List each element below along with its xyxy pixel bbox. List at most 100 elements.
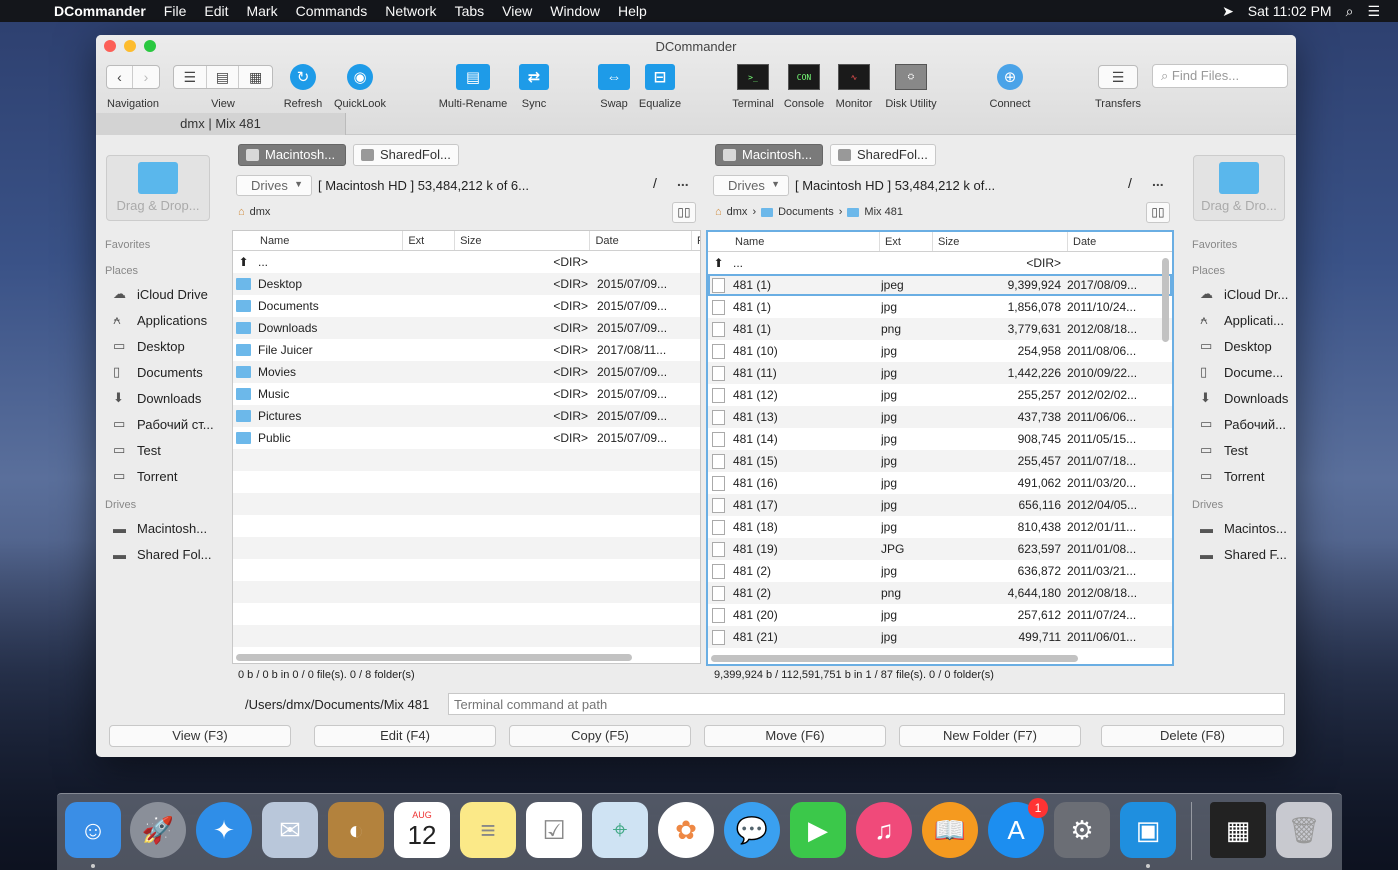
table-row[interactable]: File Juicer <DIR> 2017/08/11... (233, 339, 700, 361)
right-more-button[interactable]: ... (1152, 173, 1164, 189)
table-row[interactable]: 481 (11) jpg 1,442,226 2010/09/22... (708, 362, 1172, 384)
table-row[interactable]: 481 (1) png 3,779,631 2012/08/18... (708, 318, 1172, 340)
location-arrow-icon[interactable]: ➤ (1222, 3, 1234, 20)
sidebar-item-test[interactable]: ▭ Test (1183, 437, 1296, 463)
menu-window[interactable]: Window (541, 3, 609, 19)
table-row[interactable]: 481 (19) JPG 623,597 2011/01/08... (708, 538, 1172, 560)
table-row[interactable]: 481 (18) jpg 810,438 2012/01/11... (708, 516, 1172, 538)
column-header-date[interactable]: Date (1068, 232, 1168, 251)
right-bookmarks-button[interactable]: ▯▯ (1146, 202, 1170, 223)
menu-app-name[interactable]: DCommander (44, 3, 155, 19)
thumbnail-view-icon[interactable]: ▦ (239, 66, 272, 88)
quicklook-button[interactable]: ◉ QuickLook (330, 63, 390, 110)
edit-f4-button[interactable]: Edit (F4) (314, 725, 496, 747)
finder-icon[interactable]: ☺ (65, 802, 121, 858)
equalize-button[interactable]: ⊟ Equalize (636, 63, 684, 110)
left-more-button[interactable]: ... (677, 173, 689, 189)
table-row[interactable]: Pictures <DIR> 2015/07/09... (233, 405, 700, 427)
drop-zone-left[interactable]: Drag & Drop... (106, 155, 210, 221)
disk-utility-button[interactable]: ⛭ Disk Utility (882, 63, 940, 110)
maps-icon[interactable]: ⌖ (592, 802, 648, 858)
menu-mark[interactable]: Mark (237, 3, 286, 19)
left-tab-macintosh[interactable]: Macintosh... (238, 144, 346, 166)
menu-tabs[interactable]: Tabs (446, 3, 494, 19)
delete-f8-button[interactable]: Delete (F8) (1101, 725, 1284, 747)
right-root-button[interactable]: / (1128, 175, 1132, 191)
sidebar-item-downloads[interactable]: ⬇ Downloads (1183, 385, 1296, 411)
sidebar-item-torrent[interactable]: ▭ Torrent (1183, 463, 1296, 489)
table-row[interactable]: 481 (17) jpg 656,116 2012/04/05... (708, 494, 1172, 516)
photos-icon[interactable]: ✿ (658, 802, 714, 858)
table-row[interactable]: 481 (1) jpg 1,856,078 2011/10/24... (708, 296, 1172, 318)
downloads-stack-icon[interactable]: ▦ (1210, 802, 1266, 858)
breadcrumb-item[interactable]: Documents (778, 206, 834, 218)
sidebar-item-desktop[interactable]: ▭ Desktop (1183, 333, 1296, 359)
transfers-button[interactable]: ☰ Transfers (1090, 63, 1146, 110)
sidebar-item-test[interactable]: ▭ Test (96, 437, 216, 463)
table-row[interactable]: Public <DIR> 2015/07/09... (233, 427, 700, 449)
find-files-input[interactable]: ⌕ Find Files... (1152, 64, 1288, 88)
new-folder-f7-button[interactable]: New Folder (F7) (899, 725, 1081, 747)
reminders-icon[interactable]: ☑ (526, 802, 582, 858)
sidebar-item-documents[interactable]: ▯ Documents (96, 359, 216, 385)
calendar-icon[interactable]: AUG 12 (394, 802, 450, 858)
left-horizontal-scrollbar[interactable] (236, 654, 632, 661)
table-row[interactable]: 481 (15) jpg 255,457 2011/07/18... (708, 450, 1172, 472)
menu-clock[interactable]: Sat 11:02 PM (1248, 3, 1332, 19)
drop-zone-right[interactable]: Drag & Dro... (1193, 155, 1285, 221)
console-button[interactable]: CON Console (782, 63, 826, 110)
sidebar-item-macintosh[interactable]: ▬ Macintosh... (96, 515, 216, 541)
left-drives-select[interactable]: Drives ▼ (236, 175, 312, 196)
menu-view[interactable]: View (493, 3, 541, 19)
tab-dmx-mix481[interactable]: dmx | Mix 481 (96, 113, 346, 135)
right-drives-select[interactable]: Drives ▼ (713, 175, 789, 196)
table-row[interactable]: 481 (14) jpg 908,745 2011/05/15... (708, 428, 1172, 450)
safari-icon[interactable]: ✦ (196, 802, 252, 858)
sidebar-item-icloud[interactable]: ☁ iCloud Dr... (1183, 281, 1296, 307)
breadcrumb-item[interactable]: Mix 481 (864, 206, 903, 218)
table-row[interactable]: ⬆... <DIR> (233, 251, 700, 273)
sidebar-item-icloud[interactable]: ☁ iCloud Drive (96, 281, 216, 307)
table-row[interactable]: 481 (21) jpg 499,711 2011/06/01... (708, 626, 1172, 648)
contacts-icon[interactable]: ◐ (328, 802, 384, 858)
table-row[interactable]: 481 (1) jpeg 9,399,924 2017/08/09... (708, 274, 1172, 296)
forward-icon[interactable]: › (133, 66, 159, 88)
columns-view-icon[interactable]: ▤ (207, 66, 240, 88)
sidebar-item-applications[interactable]: ⍲ Applicati... (1183, 307, 1296, 333)
table-row[interactable]: 481 (12) jpg 255,257 2012/02/02... (708, 384, 1172, 406)
refresh-button[interactable]: ↻ Refresh (280, 63, 326, 110)
trash-icon[interactable]: 🗑 (1276, 802, 1332, 858)
sidebar-item-documents[interactable]: ▯ Docume... (1183, 359, 1296, 385)
table-row[interactable]: Downloads <DIR> 2015/07/09... (233, 317, 700, 339)
terminal-command-input[interactable] (448, 693, 1285, 715)
ibooks-icon[interactable]: 📖 (922, 802, 978, 858)
sidebar-item-shared[interactable]: ▬ Shared F... (1183, 541, 1296, 567)
table-row[interactable]: Documents <DIR> 2015/07/09... (233, 295, 700, 317)
app-store-icon[interactable]: A1 (988, 798, 1048, 858)
move-f6-button[interactable]: Move (F6) (704, 725, 886, 747)
notification-center-icon[interactable]: ☰ (1367, 3, 1380, 20)
right-vertical-scrollbar[interactable] (1162, 258, 1169, 342)
table-row[interactable]: 481 (13) jpg 437,738 2011/06/06... (708, 406, 1172, 428)
copy-f5-button[interactable]: Copy (F5) (509, 725, 691, 747)
dcommander-dock-icon[interactable]: ▣ (1120, 802, 1176, 858)
sidebar-item-torrent[interactable]: ▭ Torrent (96, 463, 216, 489)
swap-button[interactable]: ⇔ Swap (596, 63, 632, 110)
sidebar-item-macintosh[interactable]: ▬ Macintos... (1183, 515, 1296, 541)
menu-help[interactable]: Help (609, 3, 656, 19)
mail-icon[interactable]: ✉ (262, 802, 318, 858)
table-row[interactable]: 481 (2) jpg 636,872 2011/03/21... (708, 560, 1172, 582)
messages-icon[interactable]: 💬 (724, 802, 780, 858)
column-header-name[interactable]: Name (233, 231, 404, 250)
column-header-size[interactable]: Size (933, 232, 1068, 251)
sidebar-item-downloads[interactable]: ⬇ Downloads (96, 385, 216, 411)
sidebar-item-shared[interactable]: ▬ Shared Fol... (96, 541, 216, 567)
back-icon[interactable]: ‹ (107, 66, 133, 88)
right-tab-shared[interactable]: SharedFol... (830, 144, 936, 166)
facetime-icon[interactable]: ▶ (790, 802, 846, 858)
monitor-button[interactable]: ∿ Monitor (832, 63, 876, 110)
menu-network[interactable]: Network (376, 3, 445, 19)
column-header-ext[interactable]: Ext (403, 231, 456, 250)
right-horizontal-scrollbar[interactable] (711, 655, 1078, 662)
column-header-ext[interactable]: Ext (880, 232, 933, 251)
